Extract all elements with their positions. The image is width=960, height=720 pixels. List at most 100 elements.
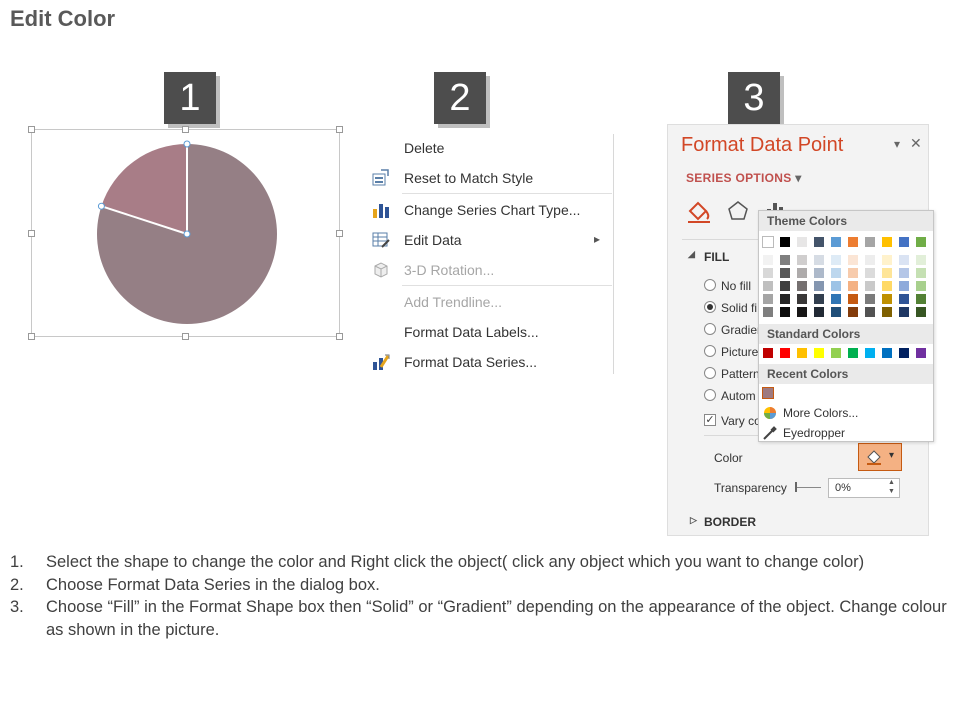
color-swatch[interactable] [813, 236, 825, 248]
menu-item-edit-data[interactable]: Edit Data ▸ [366, 226, 614, 254]
menu-item-delete[interactable]: Delete [366, 134, 614, 162]
radio-gradient-fill[interactable] [704, 323, 716, 335]
color-swatch[interactable] [830, 347, 842, 359]
color-swatch[interactable] [898, 236, 910, 248]
color-swatch[interactable] [864, 280, 876, 292]
spinner-icon[interactable]: ▲ ▼ [888, 478, 895, 496]
color-swatch[interactable] [881, 236, 893, 248]
color-swatch[interactable] [898, 293, 910, 305]
radio-automatic-fill[interactable] [704, 389, 716, 401]
color-swatch[interactable] [779, 306, 791, 318]
color-swatch[interactable] [779, 280, 791, 292]
color-swatch[interactable] [915, 306, 927, 318]
color-swatch[interactable] [847, 347, 859, 359]
vary-colors-checkbox[interactable]: ✓ [704, 414, 716, 426]
color-swatch[interactable] [762, 293, 774, 305]
radio-pattern-fill[interactable] [704, 367, 716, 379]
pane-options-dropdown-icon[interactable]: ▾ [894, 137, 900, 151]
color-swatch[interactable] [864, 306, 876, 318]
color-swatch[interactable] [847, 293, 859, 305]
color-swatch[interactable] [898, 280, 910, 292]
color-swatch[interactable] [796, 267, 808, 279]
border-section-header[interactable]: BORDER [704, 515, 756, 529]
color-swatch[interactable] [830, 280, 842, 292]
color-swatch[interactable] [847, 280, 859, 292]
color-swatch[interactable] [796, 306, 808, 318]
color-swatch[interactable] [864, 254, 876, 266]
more-colors-link[interactable]: More Colors... [783, 406, 858, 420]
fill-section-header[interactable]: FILL [704, 250, 729, 264]
menu-item-format-data-series[interactable]: Format Data Series... [366, 348, 614, 376]
color-swatch[interactable] [915, 236, 927, 248]
color-swatch[interactable] [898, 254, 910, 266]
color-swatch[interactable] [796, 293, 808, 305]
color-swatch[interactable] [864, 236, 876, 248]
color-swatch[interactable] [779, 293, 791, 305]
color-swatch[interactable] [813, 347, 825, 359]
color-swatch[interactable] [881, 293, 893, 305]
color-swatch[interactable] [762, 280, 774, 292]
color-swatch[interactable] [762, 387, 774, 399]
color-swatch[interactable] [762, 347, 774, 359]
radio-no-fill[interactable] [704, 279, 716, 291]
color-swatch[interactable] [915, 293, 927, 305]
color-swatch[interactable] [881, 267, 893, 279]
color-swatch[interactable] [881, 347, 893, 359]
slider-thumb[interactable] [795, 482, 797, 492]
color-swatch[interactable] [813, 306, 825, 318]
color-swatch[interactable] [813, 267, 825, 279]
color-swatch[interactable] [830, 293, 842, 305]
color-swatch[interactable] [915, 267, 927, 279]
color-swatch[interactable] [813, 254, 825, 266]
color-swatch[interactable] [898, 306, 910, 318]
color-swatch[interactable] [881, 254, 893, 266]
color-swatch[interactable] [847, 236, 859, 248]
radio-solid-fill[interactable] [704, 301, 716, 313]
color-swatch[interactable] [830, 236, 842, 248]
color-swatch[interactable] [847, 254, 859, 266]
color-swatch[interactable] [898, 347, 910, 359]
color-swatch[interactable] [830, 254, 842, 266]
color-swatch[interactable] [762, 236, 774, 248]
menu-item-reset-style[interactable]: Reset to Match Style [366, 164, 614, 192]
color-swatch[interactable] [779, 267, 791, 279]
color-swatch[interactable] [796, 347, 808, 359]
color-swatch[interactable] [830, 267, 842, 279]
close-icon[interactable]: ✕ [910, 135, 922, 152]
color-swatch[interactable] [915, 347, 927, 359]
series-options-dropdown[interactable]: SERIES OPTIONS ▾ [686, 171, 802, 185]
radio-picture-fill[interactable] [704, 345, 716, 357]
color-swatch[interactable] [796, 254, 808, 266]
color-swatch[interactable] [881, 306, 893, 318]
color-swatch[interactable] [796, 236, 808, 248]
color-swatch[interactable] [898, 267, 910, 279]
color-swatch[interactable] [796, 280, 808, 292]
fill-color-button[interactable]: ▾ [858, 443, 902, 471]
color-swatch[interactable] [779, 254, 791, 266]
color-swatch[interactable] [762, 267, 774, 279]
color-swatch[interactable] [915, 254, 927, 266]
effects-tab-icon[interactable] [726, 199, 750, 228]
slice-handle[interactable] [183, 140, 191, 148]
color-swatch[interactable] [830, 306, 842, 318]
pie-chart[interactable] [32, 130, 341, 338]
color-swatch[interactable] [847, 306, 859, 318]
color-swatch[interactable] [864, 267, 876, 279]
color-swatch[interactable] [864, 293, 876, 305]
color-swatch[interactable] [779, 347, 791, 359]
fill-line-tab-icon[interactable] [686, 199, 712, 228]
slice-handle[interactable] [183, 230, 191, 238]
color-swatch[interactable] [881, 280, 893, 292]
color-swatch[interactable] [813, 280, 825, 292]
color-swatch[interactable] [864, 347, 876, 359]
eyedropper-link[interactable]: Eyedropper [783, 426, 845, 440]
slice-handle[interactable] [97, 202, 105, 210]
transparency-slider[interactable] [795, 487, 821, 488]
chart-selection-frame[interactable] [28, 126, 343, 340]
color-swatch[interactable] [779, 236, 791, 248]
color-swatch[interactable] [847, 267, 859, 279]
color-swatch[interactable] [762, 254, 774, 266]
color-swatch[interactable] [915, 280, 927, 292]
color-swatch[interactable] [813, 293, 825, 305]
menu-item-change-chart-type[interactable]: Change Series Chart Type... [366, 196, 614, 224]
